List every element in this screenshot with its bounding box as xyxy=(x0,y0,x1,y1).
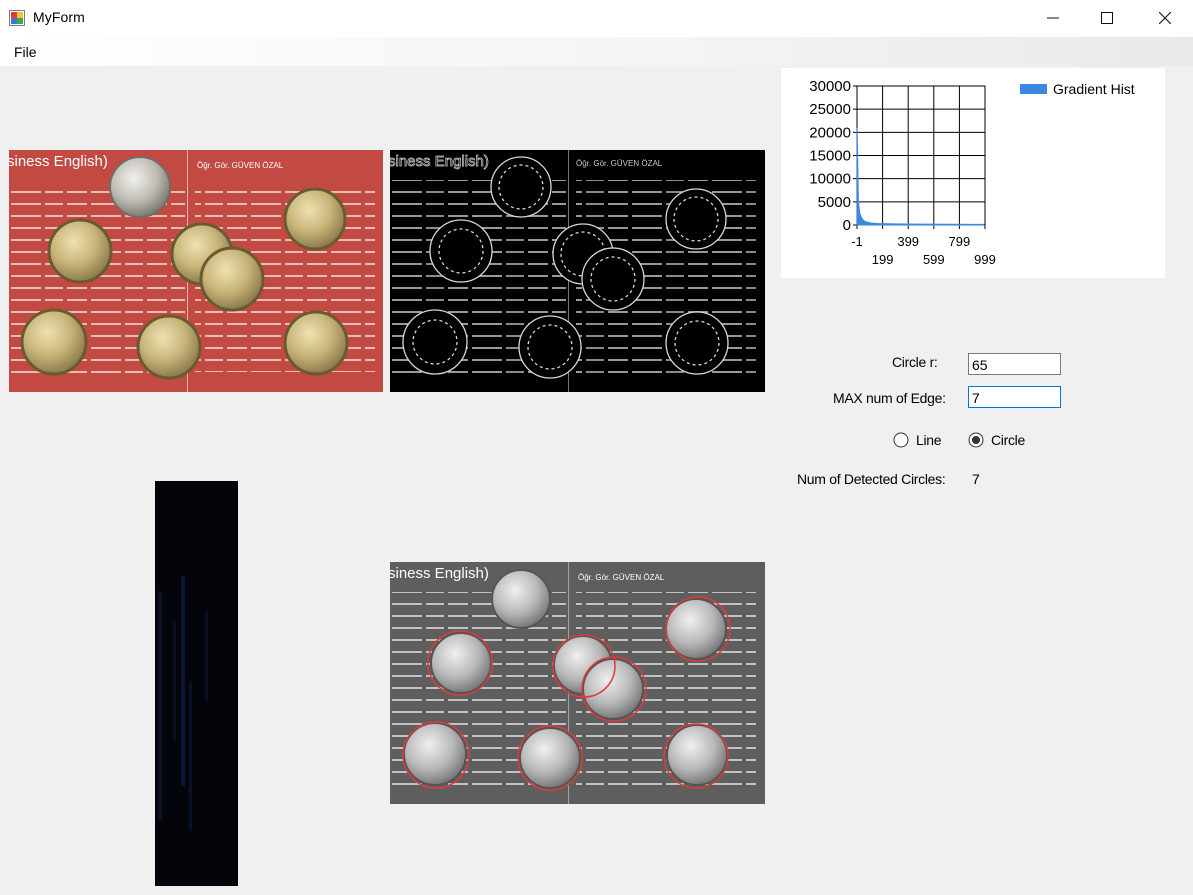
x-tick-label: -1 xyxy=(851,234,863,249)
x-tick-label: 599 xyxy=(923,252,945,267)
maximize-icon xyxy=(1101,12,1113,24)
accumulator-image xyxy=(155,481,238,886)
edge-heading-left: siness English) xyxy=(390,153,489,170)
detected-circles-value: 7 xyxy=(972,471,980,487)
radio-circle-label[interactable]: Circle xyxy=(991,432,1025,448)
legend-label: Gradient Hist xyxy=(1053,81,1135,97)
menu-bar: File xyxy=(0,37,1193,66)
circle-r-label: Circle r: xyxy=(892,354,938,370)
result-heading-right: Öğr. Gör. GÜVEN ÖZAL xyxy=(578,573,665,582)
y-tick-label: 25000 xyxy=(809,101,851,118)
y-tick-label: 10000 xyxy=(809,171,851,188)
x-tick-label: 999 xyxy=(974,252,996,267)
chart-grid xyxy=(853,85,986,229)
y-tick-label: 5000 xyxy=(818,194,851,211)
window-title: MyForm xyxy=(33,9,85,25)
y-tick-label: 0 xyxy=(843,217,851,234)
histogram-series xyxy=(856,127,985,226)
minimize-icon xyxy=(1047,17,1059,19)
x-tick-label: 199 xyxy=(872,252,894,267)
result-heading-left: siness English) xyxy=(390,565,489,582)
edge-heading-right: Öğr. Gör. GÜVEN ÖZAL xyxy=(576,159,663,168)
circle-r-input[interactable]: 65 xyxy=(968,353,1061,375)
menu-file[interactable]: File xyxy=(8,42,43,62)
detected-circles-label: Num of Detected Circles: xyxy=(797,471,946,487)
y-tick-label: 30000 xyxy=(809,78,851,95)
radio-line-button[interactable] xyxy=(893,432,909,448)
x-tick-label: 799 xyxy=(949,234,971,249)
radio-circle-button[interactable] xyxy=(968,432,984,448)
app-icon xyxy=(9,10,25,26)
radio-line-label[interactable]: Line xyxy=(916,432,942,448)
original-image: siness English) Öğr. Gör. GÜVEN ÖZAL xyxy=(9,150,383,392)
max-edge-label: MAX num of Edge: xyxy=(833,390,946,406)
image-heading-right: Öğr. Gör. GÜVEN ÖZAL xyxy=(197,161,284,170)
y-tick-label: 15000 xyxy=(809,148,851,165)
close-button[interactable] xyxy=(1142,0,1188,37)
close-icon xyxy=(1159,12,1171,24)
maximize-button[interactable] xyxy=(1084,0,1130,37)
edge-image: siness English) Öğr. Gör. GÜVEN ÖZAL xyxy=(390,150,765,392)
y-tick-label: 20000 xyxy=(809,124,851,141)
title-bar: MyForm xyxy=(0,0,1193,37)
result-image: siness English) Öğr. Gör. GÜVEN ÖZAL xyxy=(390,562,765,804)
legend-swatch xyxy=(1020,84,1047,94)
image-heading-left: siness English) xyxy=(9,153,108,170)
histogram-chart: 30000 25000 20000 15000 10000 5000 0 -1 399 799 1… xyxy=(781,68,1165,278)
x-tick-label: 399 xyxy=(897,234,919,249)
minimize-button[interactable] xyxy=(1030,0,1076,37)
max-edge-input[interactable]: 7 xyxy=(968,386,1061,408)
